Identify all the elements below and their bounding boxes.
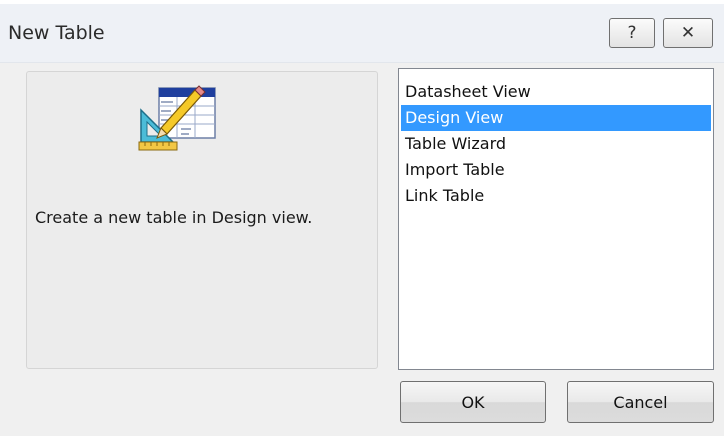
view-type-list[interactable]: Datasheet View Design View Table Wizard Imp… — [398, 68, 714, 370]
close-button[interactable]: ✕ — [663, 18, 713, 48]
help-button[interactable]: ? — [609, 18, 655, 48]
close-icon: ✕ — [680, 23, 696, 43]
description-text: Create a new table in Design view. — [35, 208, 313, 227]
list-item-table-wizard[interactable]: Table Wizard — [401, 131, 711, 157]
list-item-datasheet-view[interactable]: Datasheet View — [401, 79, 711, 105]
table-design-icon — [138, 85, 216, 151]
window-title: New Table — [8, 22, 105, 44]
description-panel: Create a new table in Design view. — [26, 71, 378, 369]
list-item-import-table[interactable]: Import Table — [401, 157, 711, 183]
ok-button[interactable]: OK — [400, 381, 546, 423]
cancel-button[interactable]: Cancel — [567, 381, 714, 423]
title-bar: New Table ? ✕ — [0, 4, 724, 63]
new-table-dialog: New Table ? ✕ Create a new table in Desi… — [0, 4, 724, 436]
list-item-design-view[interactable]: Design View — [401, 105, 711, 131]
list-item-link-table[interactable]: Link Table — [401, 183, 711, 209]
help-icon: ? — [627, 23, 637, 43]
